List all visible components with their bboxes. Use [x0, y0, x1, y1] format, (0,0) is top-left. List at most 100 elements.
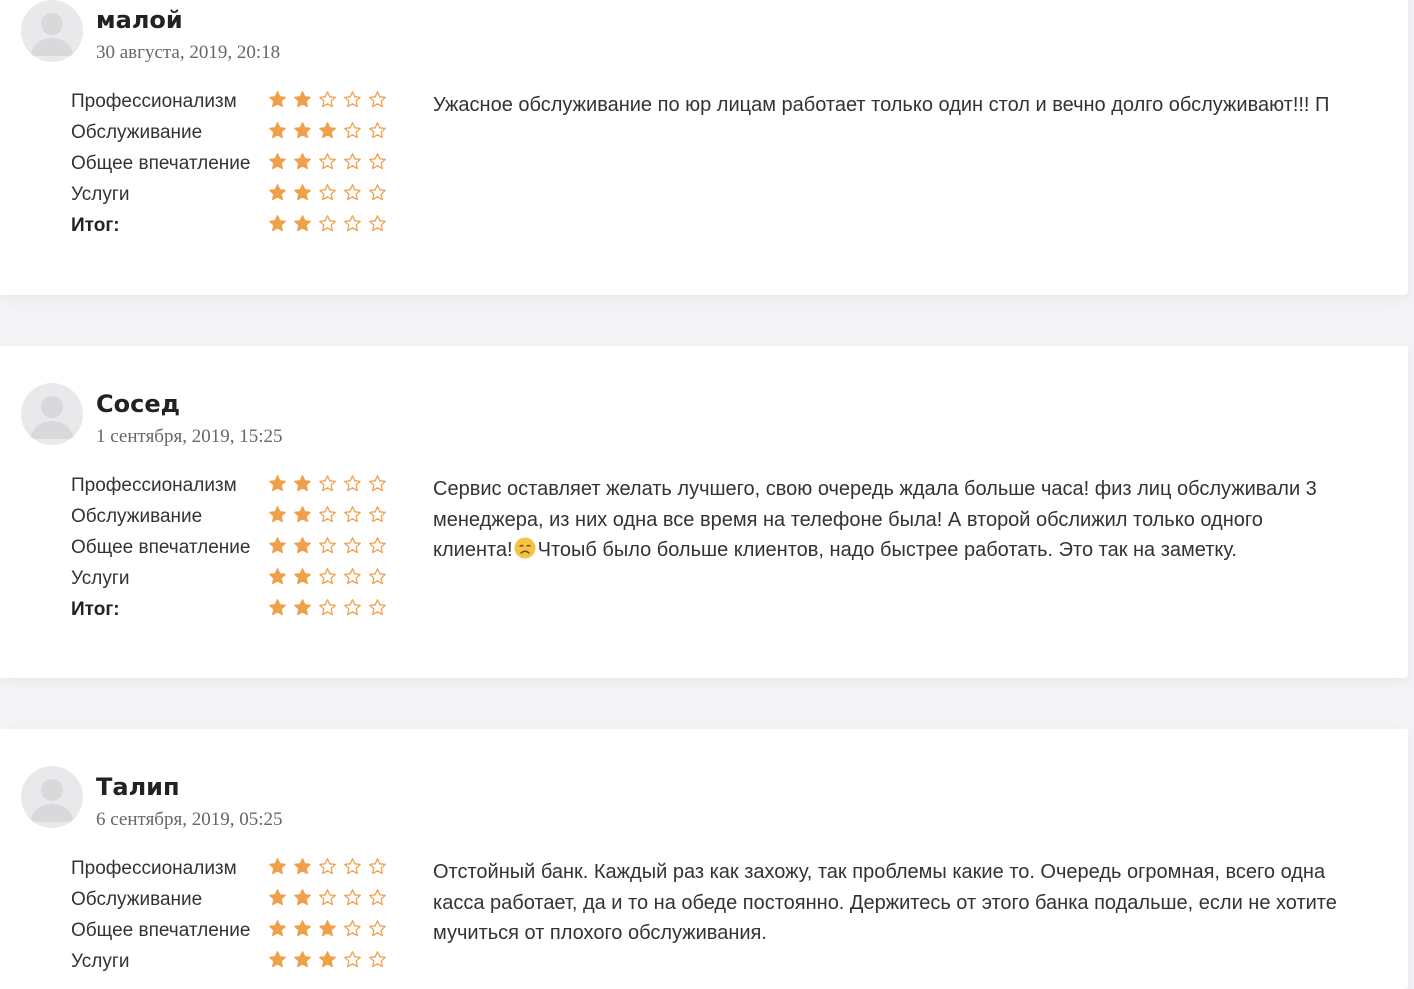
- star-outline-icon: [369, 951, 386, 968]
- rating-service: Обслуживание: [71, 120, 401, 151]
- review-card: Сосед 1 сентября, 2019, 15:25 Профессион…: [0, 346, 1408, 678]
- star-filled-icon: [269, 889, 286, 906]
- review-text-fragment: клиента!: [433, 539, 513, 561]
- star-filled-icon: [269, 91, 286, 108]
- star-filled-icon: [319, 920, 336, 937]
- rating-total-label: Итог:: [71, 599, 120, 620]
- rating-list: Профессионализм Обслуживание Общее впеча…: [71, 856, 401, 980]
- author-name[interactable]: малой: [96, 6, 183, 34]
- rating-list: Профессионализм Обслуживание Общее впеча…: [71, 89, 401, 244]
- star-filled-icon: [294, 951, 311, 968]
- star-outline-icon: [369, 184, 386, 201]
- rating-total: Итог:: [71, 213, 401, 244]
- rating-label: Общее впечатление: [71, 537, 251, 558]
- star-outline-icon: [344, 153, 361, 170]
- star-outline-icon: [319, 184, 336, 201]
- star-outline-icon: [344, 889, 361, 906]
- review-date: 6 сентября, 2019, 05:25: [96, 809, 283, 830]
- star-rating: [268, 567, 387, 586]
- star-filled-icon: [294, 153, 311, 170]
- rating-label: Услуги: [71, 568, 130, 589]
- star-filled-icon: [294, 920, 311, 937]
- star-outline-icon: [319, 599, 336, 616]
- star-filled-icon: [269, 920, 286, 937]
- star-outline-icon: [319, 91, 336, 108]
- star-outline-icon: [319, 537, 336, 554]
- star-filled-icon: [294, 122, 311, 139]
- star-filled-icon: [319, 122, 336, 139]
- star-rating: [268, 152, 387, 171]
- review-text: Ужасное обслуживание по юр лицам работае…: [433, 94, 1330, 116]
- review-text-line: клиента! Чтоыб было больше клиентов, надо…: [433, 535, 1383, 569]
- review-text: Сервис оставляет желать лучшего, свою оч…: [433, 474, 1383, 569]
- rating-label: Общее впечатление: [71, 920, 251, 941]
- star-filled-icon: [294, 599, 311, 616]
- review-text: Отстойный банк. Каждый раз как захожу, т…: [433, 857, 1383, 949]
- review-text-line: Сервис оставляет желать лучшего, свою оч…: [433, 478, 1317, 500]
- rating-label: Профессионализм: [71, 91, 237, 112]
- rating-impression: Общее впечатление: [71, 918, 401, 949]
- star-outline-icon: [369, 153, 386, 170]
- star-outline-icon: [369, 91, 386, 108]
- rating-label: Обслуживание: [71, 122, 203, 143]
- star-outline-icon: [369, 889, 386, 906]
- rating-impression: Общее впечатление: [71, 535, 401, 566]
- star-filled-icon: [294, 568, 311, 585]
- author-name[interactable]: Сосед: [96, 390, 180, 418]
- rating-label: Профессионализм: [71, 475, 237, 496]
- star-outline-icon: [369, 537, 386, 554]
- star-filled-icon: [294, 184, 311, 201]
- star-outline-icon: [344, 599, 361, 616]
- star-outline-icon: [369, 215, 386, 232]
- rating-label: Общее впечатление: [71, 153, 251, 174]
- star-outline-icon: [344, 122, 361, 139]
- rating-label: Обслуживание: [71, 889, 203, 910]
- star-outline-icon: [319, 858, 336, 875]
- star-outline-icon: [344, 475, 361, 492]
- star-outline-icon: [344, 537, 361, 554]
- star-outline-icon: [319, 475, 336, 492]
- star-filled-icon: [269, 215, 286, 232]
- star-filled-icon: [269, 568, 286, 585]
- star-rating: [268, 888, 387, 907]
- rating-services: Услуги: [71, 949, 401, 980]
- star-filled-icon: [269, 537, 286, 554]
- rating-list: Профессионализм Обслуживание Общее впеча…: [71, 473, 401, 628]
- star-rating: [268, 919, 387, 938]
- star-filled-icon: [269, 122, 286, 139]
- star-filled-icon: [294, 889, 311, 906]
- user-placeholder-icon: [21, 0, 83, 62]
- star-outline-icon: [369, 599, 386, 616]
- author-name[interactable]: Талип: [96, 773, 180, 801]
- review-text-fragment: Чтоыб было больше клиентов, надо быстрее…: [537, 539, 1237, 561]
- star-rating: [268, 950, 387, 969]
- rating-service: Обслуживание: [71, 504, 401, 535]
- star-outline-icon: [344, 184, 361, 201]
- star-outline-icon: [319, 215, 336, 232]
- star-outline-icon: [369, 858, 386, 875]
- star-outline-icon: [369, 122, 386, 139]
- star-rating: [268, 90, 387, 109]
- star-filled-icon: [269, 506, 286, 523]
- star-filled-icon: [269, 153, 286, 170]
- user-placeholder-icon: [21, 383, 83, 445]
- star-filled-icon: [294, 537, 311, 554]
- star-outline-icon: [344, 506, 361, 523]
- review-date: 1 сентября, 2019, 15:25: [96, 426, 283, 447]
- star-outline-icon: [344, 215, 361, 232]
- rating-label: Профессионализм: [71, 858, 237, 879]
- review-date: 30 августа, 2019, 20:18: [96, 42, 281, 63]
- star-rating: [268, 536, 387, 555]
- star-rating: [268, 505, 387, 524]
- star-filled-icon: [294, 475, 311, 492]
- review-text-line: Отстойный банк. Каждый раз как захожу, т…: [433, 861, 1326, 883]
- star-outline-icon: [369, 475, 386, 492]
- star-outline-icon: [344, 951, 361, 968]
- star-rating: [268, 857, 387, 876]
- star-rating: [268, 183, 387, 202]
- star-filled-icon: [269, 599, 286, 616]
- rating-services: Услуги: [71, 566, 401, 597]
- rating-service: Обслуживание: [71, 887, 401, 918]
- star-filled-icon: [269, 475, 286, 492]
- star-rating: [268, 598, 387, 617]
